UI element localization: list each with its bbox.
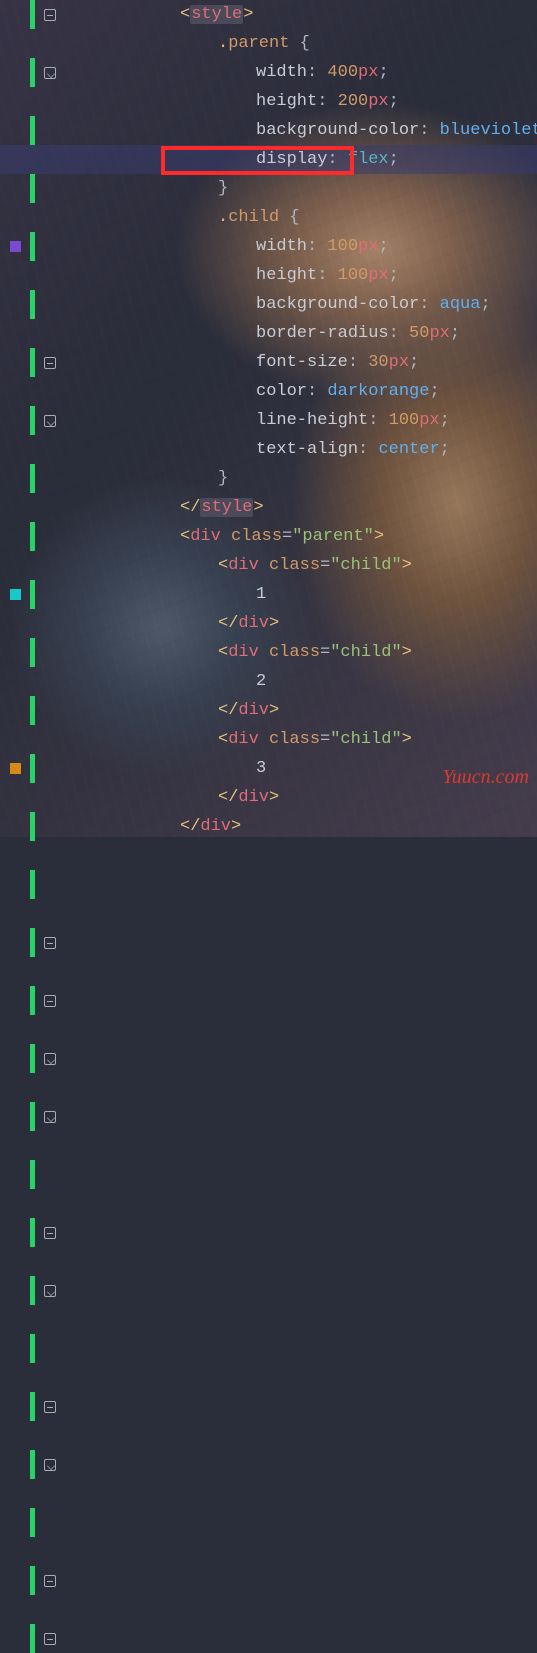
code-line: border-radius: 50px;: [0, 319, 537, 348]
gutter-cell: [0, 1566, 66, 1595]
code-content[interactable]: </div>: [0, 614, 279, 633]
gutter-cell: [0, 1102, 66, 1131]
code-line: <div class="child">: [0, 551, 537, 580]
code-line: line-height: 100px;: [0, 406, 537, 435]
fold-slot[interactable]: [35, 1053, 65, 1065]
fold-slot[interactable]: [35, 1575, 65, 1587]
code-content[interactable]: height: 200px;: [0, 92, 399, 111]
code-content[interactable]: }: [0, 179, 228, 198]
code-content[interactable]: width: 400px;: [0, 63, 389, 82]
code-line: width: 400px;: [0, 58, 537, 87]
code-line: display: flex;: [0, 145, 537, 174]
fold-slot[interactable]: [35, 1285, 65, 1297]
fold-expand-icon[interactable]: [44, 1053, 56, 1065]
fold-collapse-icon[interactable]: [44, 1227, 56, 1239]
fold-collapse-icon[interactable]: [44, 995, 56, 1007]
vcs-change-bar: [30, 1334, 35, 1363]
fold-slot[interactable]: [35, 995, 65, 1007]
code-content[interactable]: </div>: [0, 788, 279, 807]
fold-expand-icon[interactable]: [44, 1111, 56, 1123]
code-content[interactable]: }: [0, 469, 228, 488]
code-content[interactable]: </div>: [0, 701, 279, 720]
code-line: background-color: aqua;: [0, 290, 537, 319]
gutter-cell: [0, 1218, 66, 1247]
code-content[interactable]: border-radius: 50px;: [0, 324, 460, 343]
watermark: Yuucn.com: [443, 766, 529, 789]
code-content[interactable]: text-align: center;: [0, 440, 450, 459]
code-line: }: [0, 464, 537, 493]
gutter-cell: [0, 1160, 66, 1189]
gutter-cell: [0, 1276, 66, 1305]
fold-slot[interactable]: [35, 937, 65, 949]
code-content[interactable]: 1: [0, 585, 266, 604]
gutter-cell: [0, 870, 66, 899]
code-content[interactable]: <div class="child">: [0, 643, 412, 662]
code-line: color: darkorange;: [0, 377, 537, 406]
fold-slot[interactable]: [35, 1401, 65, 1413]
gutter-cell: [0, 1334, 66, 1363]
code-line: <div class="parent">: [0, 522, 537, 551]
code-lines-container: <style> .parent { width: 400px; height: 200…: [0, 0, 537, 841]
code-line: <div class="child">: [0, 638, 537, 667]
code-line: </div>: [0, 609, 537, 638]
fold-collapse-icon[interactable]: [44, 1401, 56, 1413]
gutter-cell: [0, 0, 66, 29]
code-content[interactable]: width: 100px;: [0, 237, 389, 256]
code-content[interactable]: .child {: [0, 208, 300, 227]
fold-slot[interactable]: [35, 1633, 65, 1645]
gutter-cell: [0, 1044, 66, 1073]
code-content[interactable]: line-height: 100px;: [0, 411, 450, 430]
gutter-cell: [0, 1392, 66, 1421]
vcs-change-bar: [30, 1160, 35, 1189]
code-content[interactable]: font-size: 30px;: [0, 353, 419, 372]
fold-expand-icon[interactable]: [44, 1459, 56, 1471]
code-content[interactable]: display: flex;: [0, 150, 399, 169]
fold-slot[interactable]: [35, 9, 65, 21]
fold-collapse-icon[interactable]: [44, 1633, 56, 1645]
fold-slot[interactable]: [35, 1111, 65, 1123]
gutter-cell: [0, 1508, 66, 1537]
code-line: 2: [0, 667, 537, 696]
code-content[interactable]: height: 100px;: [0, 266, 399, 285]
code-line: </style>: [0, 493, 537, 522]
gutter-cell: [0, 1624, 66, 1653]
code-line: width: 100px;: [0, 232, 537, 261]
code-line: </div>: [0, 696, 537, 725]
code-line: 1: [0, 580, 537, 609]
code-content[interactable]: </style>: [0, 498, 264, 517]
code-line: .child {: [0, 203, 537, 232]
code-content[interactable]: <div class="child">: [0, 730, 412, 749]
code-editor: <style> .parent { width: 400px; height: 200…: [0, 0, 537, 837]
code-line: font-size: 30px;: [0, 348, 537, 377]
gutter-cell: [0, 1450, 66, 1479]
code-line: <style>: [0, 0, 537, 29]
code-content[interactable]: background-color: blueviolet;: [0, 121, 537, 140]
code-line: }: [0, 174, 537, 203]
code-line: height: 100px;: [0, 261, 537, 290]
code-content[interactable]: .parent {: [0, 34, 310, 53]
code-line: text-align: center;: [0, 435, 537, 464]
code-content[interactable]: 3: [0, 759, 266, 778]
fold-collapse-icon[interactable]: [44, 9, 56, 21]
code-line: background-color: blueviolet;: [0, 116, 537, 145]
code-content[interactable]: 2: [0, 672, 266, 691]
code-line: height: 200px;: [0, 87, 537, 116]
fold-slot[interactable]: [35, 1227, 65, 1239]
fold-collapse-icon[interactable]: [44, 937, 56, 949]
gutter-cell: [0, 928, 66, 957]
vcs-change-bar: [30, 1508, 35, 1537]
vcs-change-bar: [30, 870, 35, 899]
code-content[interactable]: color: darkorange;: [0, 382, 440, 401]
code-content[interactable]: background-color: aqua;: [0, 295, 491, 314]
fold-expand-icon[interactable]: [44, 1285, 56, 1297]
fold-collapse-icon[interactable]: [44, 1575, 56, 1587]
code-content[interactable]: <div class="parent">: [0, 527, 384, 546]
code-line: <div class="child">: [0, 725, 537, 754]
gutter-cell: [0, 986, 66, 1015]
code-line: .parent {: [0, 29, 537, 58]
code-content[interactable]: </div>: [0, 817, 241, 836]
fold-slot[interactable]: [35, 1459, 65, 1471]
code-content[interactable]: <div class="child">: [0, 556, 412, 575]
